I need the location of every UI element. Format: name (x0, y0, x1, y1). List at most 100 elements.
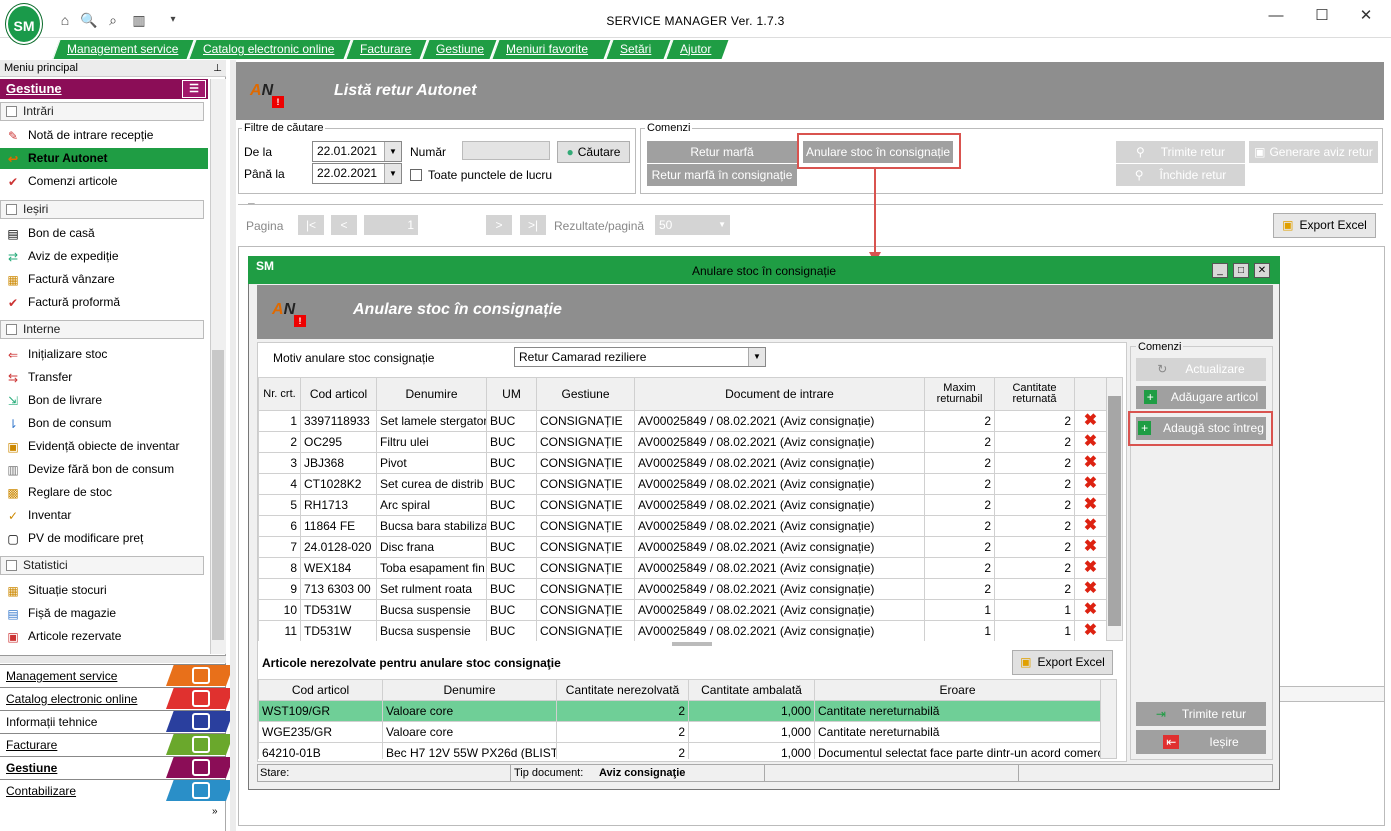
expand-modules-icon[interactable]: » (212, 806, 218, 817)
nav-articole-rezervate[interactable]: ▣ Articole rezervate (0, 626, 208, 647)
minimize-button[interactable]: — (1256, 6, 1296, 28)
nav-factura-proforma[interactable]: ✔ Factură proformă (0, 292, 208, 313)
pin-icon[interactable]: ⊥ (213, 60, 222, 77)
module-facturare[interactable]: Facturare (0, 733, 234, 755)
nav-bon-casa[interactable]: ▤ Bon de casă (0, 223, 208, 244)
module-gestiune[interactable]: Gestiune (0, 756, 234, 778)
table-row[interactable]: 10 TD531W Bucsa suspensie BUC CONSIGNAȚIE AV0… (258, 599, 1106, 621)
nav-devize[interactable]: ▥ Devize fără bon de consum (0, 459, 208, 480)
col-denumire[interactable]: Denumire (376, 377, 487, 411)
menu-meniuri-favorite[interactable]: Meniuri favorite (491, 40, 611, 59)
nav-pv-modificare[interactable]: ▢ PV de modificare preț (0, 528, 208, 549)
modal-close-button[interactable]: ✕ (1254, 263, 1270, 278)
maximize-button[interactable]: ☐ (1302, 6, 1342, 28)
nav-transfer[interactable]: ⇆ Transfer (0, 367, 208, 388)
nav-fisa-magazie[interactable]: ▤ Fișă de magazie (0, 603, 208, 624)
menu-management-service[interactable]: Management service (52, 40, 194, 59)
group-interne[interactable]: Interne (0, 320, 204, 339)
number-input[interactable] (462, 141, 550, 160)
nav-initializare-stoc[interactable]: ⇐ Inițializare stoc (0, 344, 208, 365)
nav-inventar[interactable]: ✓ Inventar (0, 505, 208, 526)
table-row[interactable]: 6 11864 FE Bucsa bara stabiliza BUC CONSIGNA… (258, 515, 1106, 537)
module-informatii-tehnice[interactable]: Informații tehnice (0, 710, 234, 732)
col-cod[interactable]: Cod articol (300, 377, 377, 411)
cell-cant[interactable]: 1 (994, 599, 1075, 621)
unresolved-row[interactable]: WGE235/GR Valoare core 2 1,000 Cantitate ner… (258, 721, 1100, 743)
group-intrari[interactable]: Intrări (0, 102, 204, 121)
nav-comenzi-articole[interactable]: ✔ Comenzi articole (0, 171, 208, 192)
delete-row-icon[interactable]: ✖ (1074, 410, 1106, 432)
inchide-retur-button[interactable]: ⚲ Închide retur (1116, 164, 1245, 186)
sidebar-splitter[interactable] (230, 60, 236, 831)
ucol-nerezolvata[interactable]: Cantitate nerezolvată (556, 679, 689, 701)
col-nr[interactable]: Nr. crt. (258, 377, 301, 411)
module-contabilizare[interactable]: Contabilizare (0, 779, 234, 801)
unresolved-scrollbar[interactable] (1100, 679, 1117, 759)
col-gestiune[interactable]: Gestiune (536, 377, 635, 411)
splitter[interactable] (0, 655, 226, 663)
menu-gestiune[interactable]: Gestiune (421, 40, 497, 59)
to-date-picker[interactable]: 22.02.2021 ▼ (312, 163, 402, 184)
cell-cant[interactable]: 2 (994, 578, 1075, 600)
cell-cant[interactable]: 2 (994, 473, 1075, 495)
table-row[interactable]: 9 713 6303 00 Set rulment roata BUC CONSIGNA… (258, 578, 1106, 600)
delete-row-icon[interactable]: ✖ (1074, 431, 1106, 453)
last-page-button[interactable]: >| (520, 215, 546, 235)
ucol-cod[interactable]: Cod articol (258, 679, 383, 701)
delete-row-icon[interactable]: ✖ (1074, 620, 1106, 641)
retur-marfa-consignatie-button[interactable]: Retur marfă în consignație (647, 164, 797, 186)
results-per-page-select[interactable]: 50 ▼ (655, 215, 730, 235)
table-row[interactable]: 8 WEX184 Toba esapament fin BUC CONSIGNAȚIE A… (258, 557, 1106, 579)
menu-facturare[interactable]: Facturare (345, 40, 427, 59)
nav-situatie-stocuri[interactable]: ▦ Situație stocuri (0, 580, 208, 601)
all-points-checkbox[interactable] (410, 169, 422, 181)
next-page-button[interactable]: > (486, 215, 512, 235)
nav-bon-livrare[interactable]: ⇲ Bon de livrare (0, 390, 208, 411)
menu-catalog[interactable]: Catalog electronic online (188, 40, 351, 59)
table-splitter[interactable] (672, 642, 712, 646)
cell-cant[interactable]: 2 (994, 536, 1075, 558)
delete-row-icon[interactable]: ✖ (1074, 557, 1106, 579)
adaugare-articol-button[interactable]: + Adăugare articol (1136, 386, 1266, 409)
col-maxim[interactable]: Maxim returnabil (924, 377, 995, 411)
nav-factura-vanzare[interactable]: ▦ Factură vânzare (0, 269, 208, 290)
modal-export-excel-button[interactable]: ▣ Export Excel (1012, 650, 1113, 675)
cell-cant[interactable]: 2 (994, 452, 1075, 474)
unresolved-row[interactable]: WST109/GR Valoare core 2 1,000 Cantitate ner… (258, 700, 1100, 722)
cell-cant[interactable]: 2 (994, 410, 1075, 432)
table-scrollbar[interactable] (1106, 377, 1123, 641)
col-document[interactable]: Document de intrare (634, 377, 925, 411)
from-date-picker[interactable]: 22.01.2021 ▼ (312, 141, 402, 162)
prev-page-button[interactable]: < (331, 215, 357, 235)
export-excel-button[interactable]: ▣ Export Excel (1273, 213, 1376, 238)
group-iesiri[interactable]: Ieșiri (0, 200, 204, 219)
anulare-stoc-button[interactable]: Anulare stoc în consignație (803, 141, 953, 163)
sidebar-scroll-thumb[interactable] (212, 350, 224, 640)
ucol-ambalata[interactable]: Cantitate ambalată (688, 679, 815, 701)
cell-cant[interactable]: 2 (994, 557, 1075, 579)
modal-minimize-button[interactable]: _ (1212, 263, 1228, 278)
cell-cant[interactable]: 2 (994, 494, 1075, 516)
delete-row-icon[interactable]: ✖ (1074, 578, 1106, 600)
table-row[interactable]: 4 CT1028K2 Set curea de distrib BUC CONSIGNA… (258, 473, 1106, 495)
actualizare-button[interactable]: ↻ Actualizare (1136, 358, 1266, 381)
table-row[interactable]: 7 24.0128-020 Disc frana BUC CONSIGNAȚIE AV00… (258, 536, 1106, 558)
table-row[interactable]: 2 OC295 Filtru ulei BUC CONSIGNAȚIE AV0002584… (258, 431, 1106, 453)
cell-cant[interactable]: 2 (994, 431, 1075, 453)
retur-marfa-button[interactable]: Retur marfă (647, 141, 797, 163)
table-row[interactable]: 11 TD531W Bucsa suspensie BUC CONSIGNAȚIE AV0… (258, 620, 1106, 641)
iesire-button[interactable]: ⇤ Ieșire (1136, 730, 1266, 754)
unresolved-row[interactable]: 64210-01B Bec H7 12V 55W PX26d (BLIST 2 1,0… (258, 742, 1100, 759)
delete-row-icon[interactable]: ✖ (1074, 494, 1106, 516)
table-row[interactable]: 1 3397118933 Set lamele stergator BUC CONSIG… (258, 410, 1106, 432)
generare-aviz-button[interactable]: ▣ Generare aviz retur (1249, 141, 1378, 163)
delete-row-icon[interactable]: ✖ (1074, 599, 1106, 621)
module-management-service[interactable]: Management service (0, 664, 234, 686)
delete-row-icon[interactable]: ✖ (1074, 473, 1106, 495)
trimite-retur-button[interactable]: ⚲ Trimite retur (1116, 141, 1245, 163)
table-row[interactable]: 5 RH1713 Arc spiral BUC CONSIGNAȚIE AV0002584… (258, 494, 1106, 516)
menu-setari[interactable]: Setări (605, 40, 671, 59)
nav-evidenta-obiecte[interactable]: ▣ Evidență obiecte de inventar (0, 436, 208, 457)
cell-cant[interactable]: 2 (994, 515, 1075, 537)
col-cantitate[interactable]: Cantitate returnată (994, 377, 1075, 411)
